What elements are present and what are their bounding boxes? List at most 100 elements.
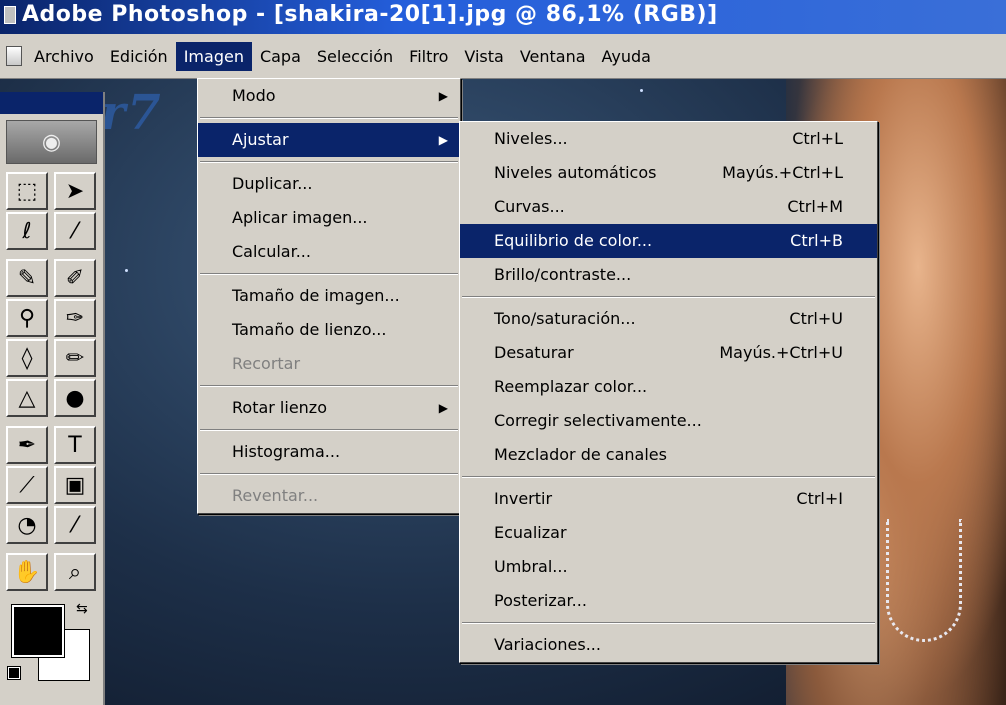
magic-wand-tool-icon[interactable]: ⁄ xyxy=(54,212,96,250)
menu-item-desaturar[interactable]: Desaturar Mayús.+Ctrl+U xyxy=(460,336,877,370)
foreground-color-swatch[interactable] xyxy=(11,604,65,658)
menu-separator xyxy=(200,161,458,163)
default-colors-icon[interactable] xyxy=(7,666,21,680)
menu-item-niveles-automaticos[interactable]: Niveles automáticos Mayús.+Ctrl+L xyxy=(460,156,877,190)
menu-filtro[interactable]: Filtro xyxy=(401,42,456,71)
necklace-detail xyxy=(886,519,962,642)
burn-tool-icon[interactable]: ● xyxy=(54,379,96,417)
menu-item-label: Curvas... xyxy=(494,197,565,216)
document-icon[interactable] xyxy=(6,46,22,66)
menu-item-label: Modo xyxy=(232,86,276,105)
menu-ayuda[interactable]: Ayuda xyxy=(594,42,659,71)
title-bar: Adobe Photoshop - [shakira-20[1].jpg @ 8… xyxy=(0,0,1006,34)
menu-separator xyxy=(200,273,458,275)
airbrush-tool-icon[interactable]: ✎ xyxy=(6,259,48,297)
history-brush-tool-icon[interactable]: ✑ xyxy=(54,299,96,337)
menu-item-invertir[interactable]: Invertir Ctrl+I xyxy=(460,482,877,516)
window-title: Adobe Photoshop - [shakira-20[1].jpg @ 8… xyxy=(22,2,718,27)
shortcut-label: Mayús.+Ctrl+L xyxy=(722,163,843,182)
photo-logo-text: r7 xyxy=(100,85,163,141)
shortcut-label: Ctrl+L xyxy=(792,129,843,148)
shortcut-label: Ctrl+M xyxy=(787,197,843,216)
menu-archivo[interactable]: Archivo xyxy=(26,42,102,71)
submenu-arrow-icon: ▶ xyxy=(438,401,448,415)
menu-separator xyxy=(462,476,875,478)
menu-seleccion[interactable]: Selección xyxy=(309,42,401,71)
menu-item-duplicar[interactable]: Duplicar... xyxy=(198,167,460,201)
lasso-tool-icon[interactable]: ℓ xyxy=(6,212,48,250)
menu-separator xyxy=(462,622,875,624)
menu-bar: Archivo Edición Imagen Capa Selección Fi… xyxy=(0,34,1006,79)
adobe-eye-logo[interactable]: ◉ xyxy=(6,120,97,164)
menu-item-ajustar[interactable]: Ajustar ▶ xyxy=(198,123,460,157)
menu-separator xyxy=(462,296,875,298)
menu-vista[interactable]: Vista xyxy=(456,42,511,71)
shortcut-label: Ctrl+B xyxy=(790,231,843,250)
menu-imagen[interactable]: Imagen xyxy=(175,41,252,71)
menu-item-label: Desaturar xyxy=(494,343,574,362)
eyedropper-tool-icon[interactable]: ⁄ xyxy=(54,506,96,544)
submenu-arrow-icon: ▶ xyxy=(438,89,448,103)
menu-item-label: Equilibrio de color... xyxy=(494,231,653,250)
menu-item-tono-saturacion[interactable]: Tono/saturación... Ctrl+U xyxy=(460,302,877,336)
pen-tool-icon[interactable]: ✒ xyxy=(6,426,48,464)
pencil-tool-icon[interactable]: ✏ xyxy=(54,339,96,377)
toolbox-title-bar[interactable] xyxy=(0,92,103,114)
menu-separator xyxy=(200,385,458,387)
menu-item-label: Rotar lienzo xyxy=(232,398,327,417)
menu-item-equilibrio-color[interactable]: Equilibrio de color... Ctrl+B xyxy=(460,224,877,258)
menu-item-tamano-lienzo[interactable]: Tamaño de lienzo... xyxy=(198,313,460,347)
menu-separator xyxy=(200,473,458,475)
color-swatches: ⇆ xyxy=(6,599,96,699)
ajustar-submenu: Niveles... Ctrl+L Niveles automáticos Ma… xyxy=(459,121,878,663)
menu-item-mezclador-canales[interactable]: Mezclador de canales xyxy=(460,438,877,472)
zoom-tool-icon[interactable]: ⌕ xyxy=(54,553,96,591)
photoshop-app-icon[interactable] xyxy=(4,6,16,24)
menu-item-reemplazar-color[interactable]: Reemplazar color... xyxy=(460,370,877,404)
toolbox-panel: ◉ ⬚ ➤ ℓ ⁄ ✎ ✐ ⚲ ✑ ◊ ✏ △ ● ✒ T ⟋ ▣ ◔ ⁄ ✋ … xyxy=(0,92,105,705)
menu-edicion[interactable]: Edición xyxy=(102,42,176,71)
menu-item-aplicar-imagen[interactable]: Aplicar imagen... xyxy=(198,201,460,235)
blur-tool-icon[interactable]: △ xyxy=(6,379,48,417)
hand-tool-icon[interactable]: ✋ xyxy=(6,553,48,591)
menu-item-posterizar[interactable]: Posterizar... xyxy=(460,584,877,618)
type-tool-icon[interactable]: T xyxy=(54,426,96,464)
menu-item-label: Invertir xyxy=(494,489,553,508)
menu-item-recortar: Recortar xyxy=(232,354,301,373)
menu-item-histograma[interactable]: Histograma... xyxy=(198,435,460,469)
menu-item-reventar: Reventar... xyxy=(232,486,319,505)
menu-item-rotar-lienzo[interactable]: Rotar lienzo ▶ xyxy=(198,391,460,425)
menu-item-label: Ajustar xyxy=(232,130,289,149)
shortcut-label: Ctrl+I xyxy=(796,489,843,508)
eraser-tool-icon[interactable]: ◊ xyxy=(6,339,48,377)
menu-item-tamano-imagen[interactable]: Tamaño de imagen... xyxy=(198,279,460,313)
menu-item-niveles[interactable]: Niveles... Ctrl+L xyxy=(460,122,877,156)
shortcut-label: Ctrl+U xyxy=(789,309,843,328)
menu-separator xyxy=(200,117,458,119)
paint-bucket-tool-icon[interactable]: ◔ xyxy=(6,506,48,544)
menu-item-corregir-selectivamente[interactable]: Corregir selectivamente... xyxy=(460,404,877,438)
menu-item-modo[interactable]: Modo ▶ xyxy=(198,79,460,113)
swap-colors-icon[interactable]: ⇆ xyxy=(76,601,88,617)
shortcut-label: Mayús.+Ctrl+U xyxy=(719,343,843,362)
menu-separator xyxy=(200,429,458,431)
menu-item-variaciones[interactable]: Variaciones... xyxy=(460,628,877,662)
submenu-arrow-icon: ▶ xyxy=(438,133,448,147)
menu-item-ecualizar[interactable]: Ecualizar xyxy=(460,516,877,550)
gradient-tool-icon[interactable]: ▣ xyxy=(54,466,96,504)
photo-sparkle xyxy=(640,89,643,92)
imagen-menu: Modo ▶ Ajustar ▶ Duplicar... Aplicar ima… xyxy=(197,78,461,514)
measure-tool-icon[interactable]: ⟋ xyxy=(6,466,48,504)
menu-capa[interactable]: Capa xyxy=(252,42,309,71)
paintbrush-tool-icon[interactable]: ✐ xyxy=(54,259,96,297)
rubber-stamp-tool-icon[interactable]: ⚲ xyxy=(6,299,48,337)
menu-item-umbral[interactable]: Umbral... xyxy=(460,550,877,584)
menu-item-curvas[interactable]: Curvas... Ctrl+M xyxy=(460,190,877,224)
photo-sparkle xyxy=(125,269,128,272)
menu-item-brillo-contraste[interactable]: Brillo/contraste... xyxy=(460,258,877,292)
menu-item-label: Niveles automáticos xyxy=(494,163,657,182)
move-tool-icon[interactable]: ➤ xyxy=(54,172,96,210)
menu-item-calcular[interactable]: Calcular... xyxy=(198,235,460,269)
marquee-tool-icon[interactable]: ⬚ xyxy=(6,172,48,210)
menu-ventana[interactable]: Ventana xyxy=(512,42,594,71)
